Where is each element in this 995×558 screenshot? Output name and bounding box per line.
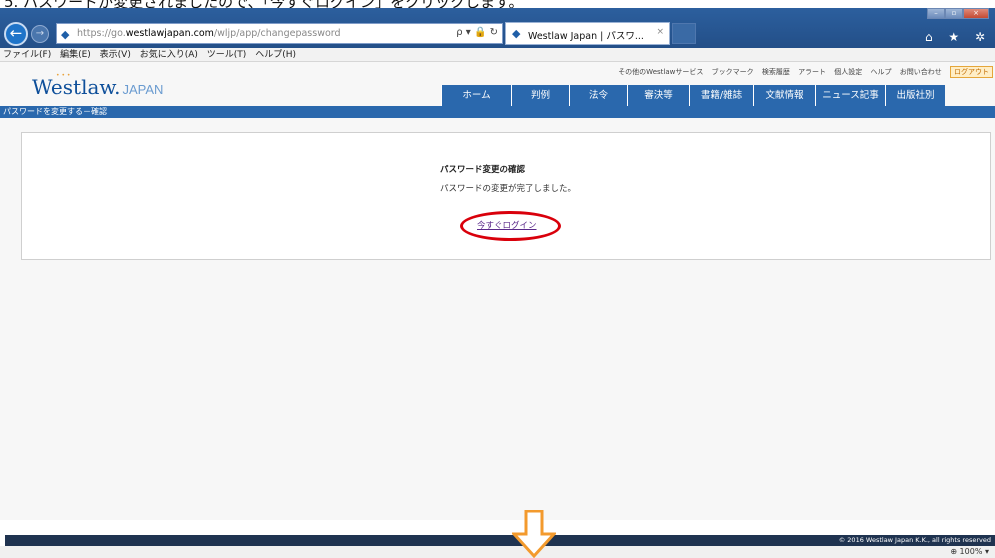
status-bar: ⊕ 100% ▾ (0, 546, 995, 558)
westlaw-logo[interactable]: Westlaw. JAPAN (32, 75, 163, 99)
confirmation-panel: パスワード変更の確認 パスワードの変更が完了しました。 今すぐログイン (21, 132, 991, 260)
site-footer: © 2016 Westlaw Japan K.K., all rights re… (5, 535, 995, 546)
menu-edit[interactable]: 編集(E) (60, 48, 91, 62)
toolbar-icons[interactable]: ⌂ ★ ✲ (925, 30, 991, 44)
menu-help[interactable]: ヘルプ(H) (255, 48, 296, 62)
nav-home[interactable]: ホーム (441, 85, 511, 106)
util-search-history[interactable]: 検索履歴 (762, 67, 790, 77)
panel-heading: パスワード変更の確認 (440, 165, 526, 175)
menu-favorites[interactable]: お気に入り(A) (140, 48, 198, 62)
util-other-services[interactable]: その他のWestlawサービス (618, 67, 703, 77)
tab-title: Westlaw Japan | パスワ... (528, 31, 644, 42)
address-controls[interactable]: ρ ▾ 🔒 ↻ (456, 27, 498, 38)
main-nav: ホーム 判例 法令 審決等 書籍/雑誌 文献情報 ニュース記事 出版社別 (441, 85, 945, 106)
login-now-link[interactable]: 今すぐログイン (477, 219, 537, 231)
menu-view[interactable]: 表示(V) (100, 48, 131, 62)
minimize-button[interactable]: – (927, 8, 945, 19)
copyright-text: © 2016 Westlaw Japan K.K., all rights re… (838, 536, 991, 544)
utility-links: その他のWestlawサービス ブックマーク 検索履歴 アラート 個人設定 ヘル… (618, 66, 995, 80)
tab-favicon-icon: ◆ (512, 27, 521, 40)
address-bar[interactable]: ◆ https://go.westlawjapan.com/wljp/app/c… (56, 23, 503, 44)
maximize-button[interactable]: ▫ (945, 8, 963, 19)
nav-news[interactable]: ニュース記事 (815, 85, 885, 106)
logout-button[interactable]: ログアウト (950, 66, 993, 78)
browser-chrome: – ▫ × ← → ◆ https://go.westlawjapan.com/… (0, 8, 995, 48)
util-alerts[interactable]: アラート (798, 67, 826, 77)
breadcrumb: パスワードを変更する－確認 (3, 107, 107, 116)
util-contact[interactable]: お問い合わせ (900, 67, 942, 77)
menu-bar: ファイル(F) 編集(E) 表示(V) お気に入り(A) ツール(T) ヘルプ(… (0, 48, 995, 62)
back-button[interactable]: ← (4, 22, 28, 46)
nav-decisions[interactable]: 審決等 (627, 85, 689, 106)
menu-tools[interactable]: ツール(T) (207, 48, 247, 62)
site-page: その他のWestlawサービス ブックマーク 検索履歴 アラート 個人設定 ヘル… (0, 62, 995, 520)
breadcrumb-bar: パスワードを変更する－確認 (0, 106, 995, 118)
panel-message: パスワードの変更が完了しました。 (440, 184, 577, 194)
menu-file[interactable]: ファイル(F) (3, 48, 51, 62)
tab-westlaw[interactable]: ◆ Westlaw Japan | パスワ... × (505, 22, 670, 45)
util-bookmarks[interactable]: ブックマーク (712, 67, 754, 77)
nav-statutes[interactable]: 法令 (569, 85, 627, 106)
tab-close-icon[interactable]: × (656, 27, 664, 37)
url-text: https://go.westlawjapan.com/wljp/app/cha… (77, 28, 341, 39)
forward-button[interactable]: → (31, 25, 49, 43)
new-tab-button[interactable] (672, 23, 696, 44)
close-window-button[interactable]: × (963, 8, 989, 19)
zoom-control[interactable]: ⊕ 100% ▾ (950, 546, 989, 558)
nav-literature[interactable]: 文献情報 (753, 85, 815, 106)
util-settings[interactable]: 個人設定 (834, 67, 862, 77)
nav-publishers[interactable]: 出版社別 (885, 85, 945, 106)
nav-books[interactable]: 書籍/雑誌 (689, 85, 753, 106)
instruction-text: 5. パスワードが変更されましたので、「今すぐログイン」をクリックします。 (4, 0, 523, 8)
util-help[interactable]: ヘルプ (871, 67, 892, 77)
nav-cases[interactable]: 判例 (511, 85, 569, 106)
instruction-caption: 5. パスワードが変更されましたので、「今すぐログイン」をクリックします。 (0, 0, 995, 8)
window-controls: – ▫ × (927, 8, 989, 19)
site-favicon-icon: ◆ (61, 28, 70, 41)
down-arrow-icon (512, 510, 556, 558)
